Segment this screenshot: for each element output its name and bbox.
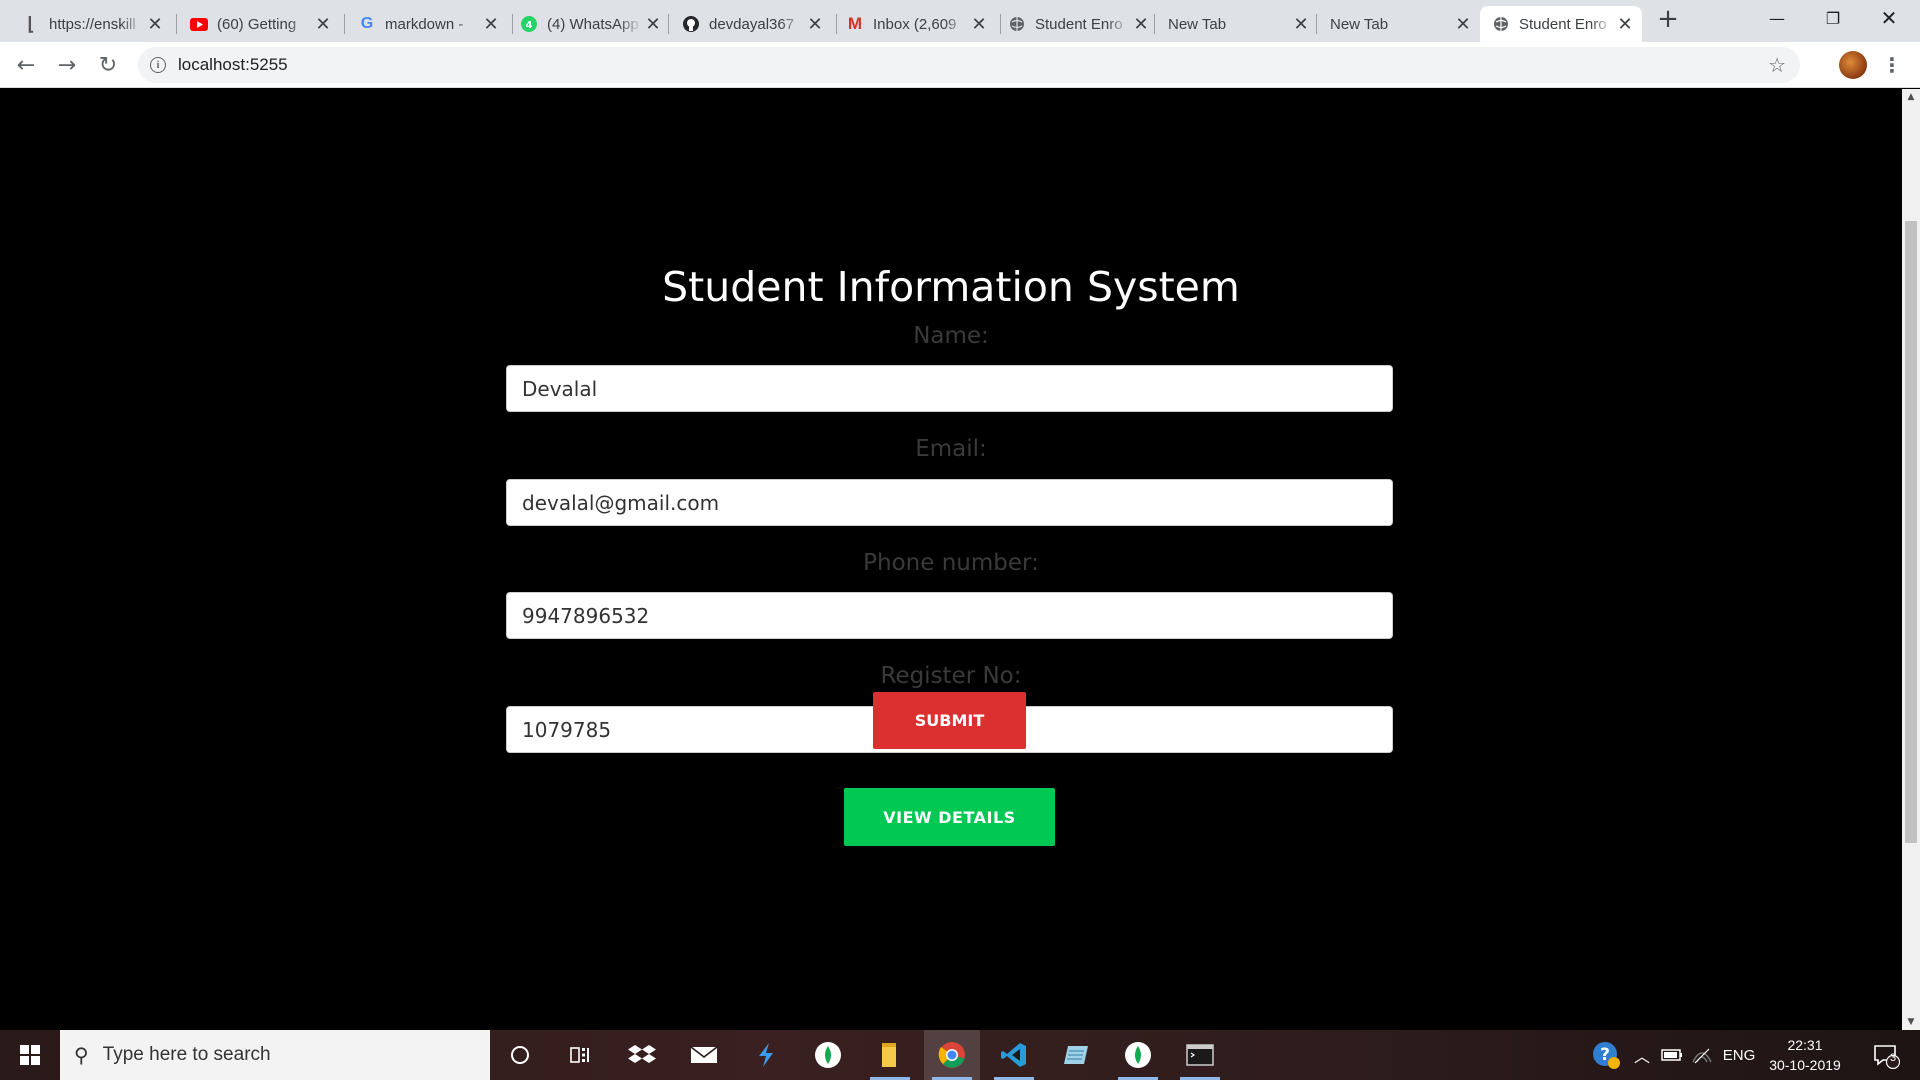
- forward-button[interactable]: →: [51, 49, 83, 81]
- tab-new-tab-1[interactable]: New Tab ✕: [1156, 6, 1318, 42]
- close-tab-icon[interactable]: ✕: [804, 14, 826, 35]
- tab-title: (60) Getting: [217, 15, 297, 33]
- phone-label: Phone number:: [863, 550, 1039, 576]
- show-hidden-icons-chevron-icon[interactable]: ︿: [1628, 1030, 1656, 1080]
- scroll-down-arrow-icon[interactable]: ▼: [1902, 1014, 1920, 1030]
- chrome-icon[interactable]: [924, 1030, 980, 1080]
- tab-title: Inbox (2,609: [873, 15, 957, 33]
- dropbox-icon[interactable]: [614, 1030, 670, 1080]
- submit-button[interactable]: SUBMIT: [873, 692, 1026, 749]
- wifi-icon[interactable]: [1688, 1030, 1716, 1080]
- close-tab-icon[interactable]: ✕: [1614, 14, 1636, 35]
- back-button[interactable]: ←: [10, 49, 42, 81]
- github-icon: [682, 15, 700, 33]
- notification-count-badge: 3: [1890, 1052, 1897, 1064]
- bookmark-star-icon[interactable]: ☆: [1768, 53, 1786, 77]
- tab-gmail[interactable]: M Inbox (2,609 ✕: [834, 6, 996, 42]
- page-content: Student Information System Name: Devalal…: [0, 89, 1902, 1030]
- task-view-icon[interactable]: [552, 1030, 608, 1080]
- tab-google[interactable]: G markdown - ✕: [346, 6, 508, 42]
- youtube-icon: [190, 15, 208, 33]
- clock-time: 22:31: [1787, 1037, 1823, 1053]
- search-icon: ⚲: [74, 1043, 89, 1067]
- minimize-button[interactable]: —: [1754, 0, 1800, 36]
- tab-title: New Tab: [1168, 15, 1227, 33]
- browser-toolbar: ← → ↻ i localhost:5255 ☆ ⋮: [0, 42, 1920, 88]
- tab-new-tab-2[interactable]: New Tab ✕: [1318, 6, 1480, 42]
- system-clock[interactable]: 22:31 30-10-2019: [1762, 1035, 1848, 1075]
- close-tab-icon[interactable]: ✕: [968, 14, 990, 35]
- file-explorer-icon[interactable]: [862, 1030, 918, 1080]
- mongodb-icon[interactable]: [800, 1030, 856, 1080]
- start-button[interactable]: [0, 1030, 60, 1080]
- url-text: localhost:5255: [178, 55, 288, 74]
- language-indicator[interactable]: ENG: [1720, 1030, 1758, 1080]
- globe-icon: [1008, 15, 1026, 33]
- email-input[interactable]: devalal@gmail.com: [506, 479, 1393, 526]
- close-tab-icon[interactable]: ✕: [312, 14, 334, 35]
- close-tab-icon[interactable]: ✕: [144, 14, 166, 35]
- tab-title: devdayal367: [709, 15, 795, 33]
- action-center-icon[interactable]: 3: [1862, 1030, 1910, 1080]
- tab-student-enrollment-active[interactable]: Student Enro ✕: [1480, 6, 1642, 42]
- close-window-button[interactable]: ✕: [1866, 0, 1912, 36]
- restore-button[interactable]: ❐: [1810, 0, 1856, 36]
- search-placeholder: Type here to search: [102, 1044, 271, 1065]
- browser-menu-icon[interactable]: ⋮: [1882, 50, 1902, 80]
- clock-date: 30-10-2019: [1769, 1057, 1841, 1073]
- phone-input[interactable]: 9947896532: [506, 592, 1393, 639]
- name-input[interactable]: Devalal: [506, 365, 1393, 412]
- profile-avatar[interactable]: [1839, 51, 1867, 79]
- close-tab-icon[interactable]: ✕: [480, 14, 502, 35]
- new-tab-button[interactable]: +: [1656, 6, 1680, 32]
- email-label: Email:: [915, 436, 987, 462]
- tab-title: Student Enro: [1035, 15, 1123, 33]
- mail-icon[interactable]: [676, 1030, 732, 1080]
- scroll-thumb[interactable]: [1905, 221, 1917, 843]
- address-bar[interactable]: i localhost:5255 ☆: [138, 47, 1800, 83]
- reload-button[interactable]: ↻: [92, 49, 124, 81]
- tab-title: Student Enro: [1519, 15, 1607, 33]
- tab-github[interactable]: devdayal367 ✕: [670, 6, 832, 42]
- svg-text:4: 4: [526, 20, 533, 31]
- register-no-label: Register No:: [880, 663, 1022, 689]
- gmail-icon: M: [847, 14, 863, 33]
- scroll-up-arrow-icon[interactable]: ▲: [1902, 89, 1920, 105]
- terminal-icon[interactable]: [1172, 1030, 1228, 1080]
- notepad-icon[interactable]: [1048, 1030, 1104, 1080]
- mongodb-compass-icon[interactable]: [1110, 1030, 1166, 1080]
- windows-taskbar: ⚲ Type here to search ? ︿ ENG 22:31 30-1…: [0, 1030, 1920, 1080]
- windows-logo-icon: [20, 1045, 40, 1065]
- page-title: Student Information System: [662, 263, 1240, 311]
- help-icon[interactable]: ?: [1588, 1030, 1624, 1080]
- tab-whatsapp[interactable]: 4 (4) WhatsApp ✕: [508, 6, 670, 42]
- tab-title: New Tab: [1330, 15, 1389, 33]
- taskbar-search[interactable]: ⚲ Type here to search: [60, 1030, 490, 1080]
- google-icon: G: [360, 15, 374, 32]
- tab-title: (4) WhatsApp: [547, 15, 639, 33]
- tab-youtube[interactable]: (60) Getting ✕: [178, 6, 340, 42]
- globe-icon: [1492, 15, 1510, 33]
- close-tab-icon[interactable]: ✕: [1130, 14, 1152, 35]
- scrollbar[interactable]: ▲ ▼: [1902, 89, 1920, 1030]
- cortana-icon[interactable]: [492, 1030, 548, 1080]
- battery-icon[interactable]: [1658, 1030, 1686, 1080]
- enskill-icon: ⌊: [27, 13, 35, 34]
- close-tab-icon[interactable]: ✕: [1290, 14, 1312, 35]
- site-info-icon[interactable]: i: [150, 57, 166, 73]
- view-details-button[interactable]: VIEW DETAILS: [844, 788, 1055, 846]
- name-label: Name:: [913, 323, 989, 349]
- close-tab-icon[interactable]: ✕: [1452, 14, 1474, 35]
- tab-title: markdown -: [385, 15, 464, 33]
- close-tab-icon[interactable]: ✕: [642, 14, 664, 35]
- whatsapp-icon: 4: [520, 15, 538, 33]
- tab-title: https://enskill: [49, 15, 136, 33]
- tab-enskill[interactable]: ⌊ https://enskill ✕: [10, 6, 172, 42]
- tab-student-enrollment[interactable]: Student Enro ✕: [996, 6, 1158, 42]
- visual-studio-icon[interactable]: [738, 1030, 794, 1080]
- tab-strip: ⌊ https://enskill ✕ (60) Getting ✕ G mar…: [0, 0, 1920, 42]
- vscode-icon[interactable]: [986, 1030, 1042, 1080]
